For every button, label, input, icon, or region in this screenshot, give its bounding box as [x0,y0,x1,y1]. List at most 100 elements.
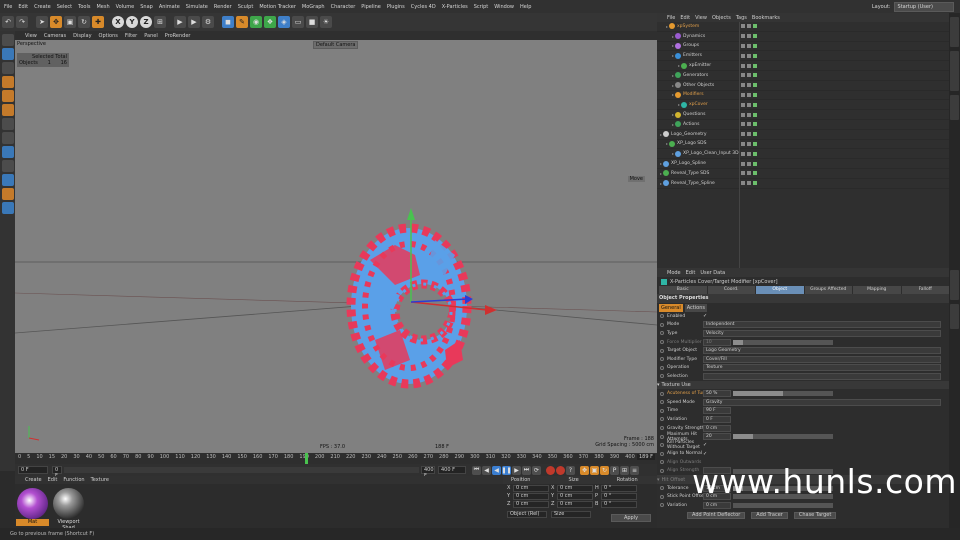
editor-visibility-dot[interactable] [741,34,745,39]
enable-check-icon[interactable] [753,161,757,166]
attributes-vertical-tab[interactable] [950,270,959,300]
object-visibility-flags[interactable] [741,73,757,78]
object-visibility-flags[interactable] [741,112,757,117]
enable-check-icon[interactable] [753,83,757,88]
coord-rot-field[interactable]: 0 ° [601,493,637,500]
model-mode-icon[interactable] [1,48,14,60]
render-visibility-dot[interactable] [747,171,751,176]
om-menu-file[interactable]: File [667,15,675,21]
attr-button-add-point-deflector[interactable]: Add Point Deflector [687,511,746,519]
render-visibility-dot[interactable] [747,151,751,156]
apply-button[interactable]: Apply [611,514,651,522]
expand-toggle-icon[interactable]: ▸ [672,151,674,156]
viewport-menu-cameras[interactable]: Cameras [44,33,66,39]
enable-check-icon[interactable] [753,43,757,48]
expand-toggle-icon[interactable]: ▸ [672,43,674,48]
menu-simulate[interactable]: Simulate [186,4,208,10]
param-animation-dot[interactable] [660,365,664,370]
key-scale-icon[interactable]: ▣ [590,465,599,475]
camera-icon[interactable]: ■ [306,16,318,28]
render-picture-viewer-icon[interactable]: ▶ [188,16,200,28]
enable-check-icon[interactable] [753,112,757,117]
material-menu-function[interactable]: Function [63,477,84,483]
preview-range-slider[interactable] [64,467,419,473]
menu-snap[interactable]: Snap [140,4,153,10]
editor-visibility-dot[interactable] [741,102,745,107]
param-checkbox[interactable]: ✓ [703,313,707,319]
move-tool-icon[interactable]: ✥ [50,16,62,28]
param-number-field[interactable]: 50 % [703,390,731,398]
attr-tab-mapping[interactable]: Mapping [853,286,901,294]
expand-toggle-icon[interactable]: ▸ [672,53,674,58]
layout-dropdown[interactable]: Startup (User) [893,2,954,12]
render-visibility-dot[interactable] [747,83,751,88]
next-key-icon[interactable]: ▶ [512,465,521,475]
editor-visibility-dot[interactable] [741,122,745,127]
menu-window[interactable]: Window [494,4,514,10]
editor-visibility-dot[interactable] [741,24,745,29]
param-animation-dot[interactable] [660,443,664,448]
min-frame-field[interactable]: 0 F [52,466,62,479]
timeline-ruler[interactable]: 0 5 10 15 20 30 40 50 60 70 80 90 100 110 120 130 140 150… [15,453,657,464]
workplane-icon[interactable] [1,160,14,172]
render-visibility-dot[interactable] [747,43,751,48]
deformer-icon[interactable]: ◈ [278,16,290,28]
menu-sculpt[interactable]: Sculpt [238,4,254,10]
menu-select[interactable]: Select [57,4,72,10]
editor-visibility-dot[interactable] [741,181,745,186]
om-menu-edit[interactable]: Edit [680,15,690,21]
object-visibility-flags[interactable] [741,24,757,29]
menu-plugins[interactable]: Plugins [387,4,405,10]
polygons-mode-icon[interactable] [1,104,14,116]
redo-icon[interactable]: ↷ [16,16,28,28]
expand-toggle-icon[interactable]: ▸ [672,92,674,97]
expand-toggle-icon[interactable]: ▸ [678,102,680,107]
param-animation-dot[interactable] [660,408,664,413]
render-visibility-dot[interactable] [747,132,751,137]
expand-toggle-icon[interactable]: ▸ [660,132,662,137]
loop-icon[interactable]: ⟳ [532,465,541,475]
param-checkbox[interactable]: ✓ [703,451,707,457]
menu-volume[interactable]: Volume [116,4,135,10]
expand-toggle-icon[interactable]: ▸ [666,141,668,146]
object-row[interactable]: ▸ Generators [657,71,949,81]
coord-size-dropdown[interactable]: Size [551,511,591,518]
render-visibility-dot[interactable] [747,141,751,146]
param-slider[interactable] [733,391,833,397]
enable-check-icon[interactable] [753,171,757,176]
undo-icon[interactable]: ↶ [2,16,14,28]
edges-mode-icon[interactable] [1,90,14,102]
subdivision-icon[interactable]: ◉ [250,16,262,28]
key-rotation-icon[interactable]: ↻ [600,465,609,475]
render-visibility-dot[interactable] [747,63,751,68]
param-dropdown[interactable]: Cover/Fill [703,355,941,363]
make-editable-icon[interactable] [1,34,14,46]
enable-check-icon[interactable] [753,73,757,78]
object-row[interactable]: ▸ XP_Logo_Clean_Input 3D [657,149,949,160]
menu-tools[interactable]: Tools [78,4,90,10]
editor-visibility-dot[interactable] [741,83,745,88]
menu-animate[interactable]: Animate [159,4,180,10]
attr-tab-falloff[interactable]: Falloff [901,286,949,294]
param-animation-dot[interactable] [660,503,664,508]
timeline-playhead[interactable] [305,453,308,464]
expand-toggle-icon[interactable]: ▸ [660,181,662,186]
param-animation-dot[interactable] [660,348,664,353]
object-row[interactable]: ▸ Questions [657,110,949,120]
play-backward-icon[interactable]: ◀ [492,465,501,475]
menu-cycles-4d[interactable]: Cycles 4D [411,4,436,10]
param-number-field[interactable]: 0 cm [703,424,731,432]
coord-size-field[interactable]: 0 cm [557,485,593,492]
editor-visibility-dot[interactable] [741,171,745,176]
coord-size-field[interactable]: 0 cm [557,493,593,500]
viewport-menu-view[interactable]: View [25,33,37,39]
object-visibility-flags[interactable] [741,151,757,156]
menu-pipeline[interactable]: Pipeline [361,4,381,10]
attr-tab-groups-affected[interactable]: Groups Affected [804,286,852,294]
enable-check-icon[interactable] [753,63,757,68]
spline-pen-icon[interactable]: ✎ [236,16,248,28]
viewport[interactable]: Perspective Default Camera Selected Tota… [15,40,657,453]
expand-toggle-icon[interactable]: ▸ [672,83,674,88]
menu-motion-tracker[interactable]: Motion Tracker [259,4,296,10]
enable-check-icon[interactable] [753,132,757,137]
